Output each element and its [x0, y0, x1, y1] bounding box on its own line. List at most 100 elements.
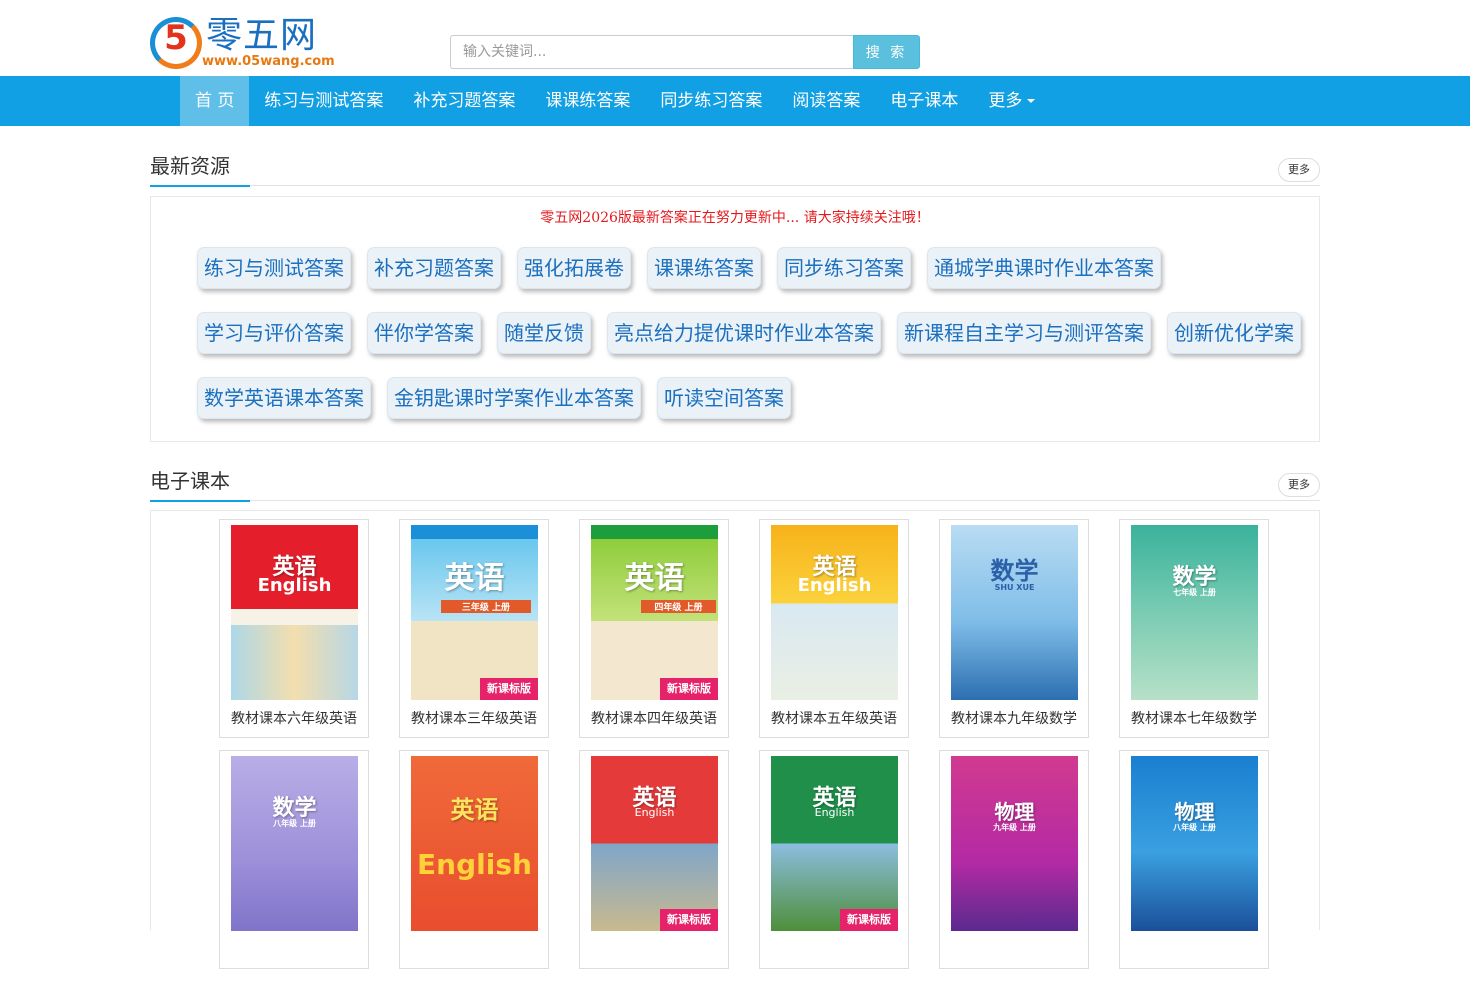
- textbook-section-title: 电子课本: [150, 466, 250, 502]
- cover-title: 数学: [990, 557, 1039, 585]
- book-card[interactable]: 英语 四年级 上册 新课标版 教材课本四年级英语: [579, 519, 729, 738]
- nav-item-practice-test[interactable]: 练习与测试答案: [249, 76, 398, 126]
- book-cover: 英语 English: [231, 525, 358, 700]
- tag-link[interactable]: 金钥匙课时学案作业本答案: [387, 377, 641, 419]
- book-card[interactable]: 英语 English 教材课本六年级英语: [219, 519, 369, 738]
- update-notice: 零五网2026版最新答案正在努力更新中... 请大家持续关注哦！: [540, 210, 930, 226]
- tag-link[interactable]: 随堂反馈: [497, 312, 591, 354]
- cover-subtitle: 九年级 上册: [993, 823, 1036, 832]
- search-bar: 搜 索: [450, 35, 920, 69]
- tag-list: 练习与测试答案 补充习题答案 强化拓展卷 课课练答案 同步练习答案 通城学典课时…: [197, 247, 1301, 442]
- book-card[interactable]: 英语 English 教材课本五年级英语: [759, 519, 909, 738]
- book-cover: 数学 SHU XUE: [951, 525, 1078, 700]
- book-cover: 英语 English 新课标版: [591, 756, 718, 931]
- book-card[interactable]: 数学 八年级 上册: [219, 750, 369, 969]
- textbook-section-header: 电子课本 更多: [150, 466, 1320, 502]
- book-title: 教材课本三年级英语: [411, 711, 537, 727]
- book-card[interactable]: 英语 三年级 上册 新课标版 教材课本三年级英语: [399, 519, 549, 738]
- book-card[interactable]: 数学 七年级 上册 教材课本七年级数学: [1119, 519, 1269, 738]
- search-input[interactable]: [450, 35, 853, 69]
- cover-title: 物理: [1174, 800, 1215, 824]
- book-card[interactable]: 物理 八年级 上册: [1119, 750, 1269, 969]
- main-nav: 首 页 练习与测试答案 补充习题答案 课课练答案 同步练习答案 阅读答案 电子课…: [0, 76, 1470, 126]
- cover-subtitle: 八年级 上册: [1173, 823, 1216, 832]
- nav-item-kekelian[interactable]: 课课练答案: [530, 76, 645, 126]
- tag-link[interactable]: 伴你学答案: [367, 312, 481, 354]
- tag-link[interactable]: 同步练习答案: [777, 247, 911, 289]
- book-cover: 英语 四年级 上册 新课标版: [591, 525, 718, 700]
- nav-item-ebook[interactable]: 电子课本: [875, 76, 973, 126]
- tag-link[interactable]: 练习与测试答案: [197, 247, 351, 289]
- cover-subtitle: SHU XUE: [994, 583, 1035, 592]
- book-title: 教材课本五年级英语: [771, 711, 897, 727]
- logo-name: 零五网: [206, 15, 318, 56]
- logo-digit: 5: [164, 18, 188, 58]
- nav-item-sync-practice[interactable]: 同步练习答案: [645, 76, 777, 126]
- textbook-more-button[interactable]: 更多: [1278, 473, 1320, 497]
- book-cover: 英语 English: [771, 525, 898, 700]
- tag-link[interactable]: 亮点给力提优课时作业本答案: [607, 312, 881, 354]
- tag-row: 练习与测试答案 补充习题答案 强化拓展卷 课课练答案 同步练习答案 通城学典课时…: [197, 247, 1297, 312]
- cover-title: 英语: [444, 561, 505, 596]
- book-cover: 数学 七年级 上册: [1131, 525, 1258, 700]
- caret-down-icon: [1027, 99, 1036, 103]
- book-card[interactable]: 物理 九年级 上册: [939, 750, 1089, 969]
- latest-panel: 零五网2026版最新答案正在努力更新中... 请大家持续关注哦！ 练习与测试答案…: [150, 196, 1320, 442]
- latest-more-button[interactable]: 更多: [1278, 158, 1320, 182]
- tag-link[interactable]: 通城学典课时作业本答案: [927, 247, 1161, 289]
- nav-item-home[interactable]: 首 页: [180, 76, 250, 126]
- tag-link[interactable]: 新课程自主学习与测评答案: [897, 312, 1151, 354]
- cover-title: 英语: [450, 796, 499, 824]
- book-title: 教材课本六年级英语: [231, 711, 357, 727]
- book-title: 教材课本七年级数学: [1131, 711, 1257, 727]
- book-card[interactable]: 数学 SHU XUE 教材课本九年级数学: [939, 519, 1089, 738]
- cover-subtitle: English: [257, 575, 332, 596]
- book-card[interactable]: 英语 English 新课标版: [759, 750, 909, 969]
- tag-link[interactable]: 强化拓展卷: [517, 247, 631, 289]
- latest-section-header: 最新资源 更多: [150, 151, 1320, 187]
- cover-title: 英语: [624, 561, 685, 596]
- cover-subtitle: 八年级 上册: [273, 819, 316, 828]
- textbook-panel: 英语 English 教材课本六年级英语 英语 三年级 上册 新课标版 教材课本…: [150, 510, 1320, 969]
- site-logo[interactable]: 5 零五网 www.05wang.com: [150, 14, 335, 72]
- book-cover: 数学 八年级 上册: [231, 756, 358, 931]
- cover-badge: 新课标版: [660, 909, 718, 931]
- cover-subtitle: 七年级 上册: [1173, 588, 1216, 597]
- cover-subtitle: English: [797, 575, 872, 596]
- tag-link[interactable]: 创新优化学案: [1167, 312, 1301, 354]
- book-cover: 物理 八年级 上册: [1131, 756, 1258, 931]
- tag-link[interactable]: 补充习题答案: [367, 247, 501, 289]
- book-card[interactable]: 英语 English: [399, 750, 549, 969]
- cover-badge: 新课标版: [480, 678, 538, 700]
- cover-illustration: [231, 625, 358, 700]
- nav-item-more[interactable]: 更多: [973, 76, 1050, 126]
- book-cover: 英语 三年级 上册 新课标版: [411, 525, 538, 700]
- cover-subtitle: 三年级 上册: [441, 600, 531, 613]
- tag-link[interactable]: 学习与评价答案: [197, 312, 351, 354]
- tag-link[interactable]: 课课练答案: [647, 247, 761, 289]
- book-card[interactable]: 英语 English 新课标版: [579, 750, 729, 969]
- nav-more-label: 更多: [988, 91, 1023, 111]
- cover-subtitle: English: [814, 806, 855, 819]
- book-row: 数学 八年级 上册 英语 English 英语 English 新课标版 英语 …: [219, 750, 1279, 981]
- book-title: 教材课本九年级数学: [951, 711, 1077, 727]
- cover-badge: 新课标版: [660, 678, 718, 700]
- book-cover: 英语 English: [411, 756, 538, 931]
- book-grid: 英语 English 教材课本六年级英语 英语 三年级 上册 新课标版 教材课本…: [219, 519, 1279, 981]
- cover-subtitle: English: [634, 806, 675, 819]
- tag-row: 数学英语课本答案 金钥匙课时学案作业本答案 听读空间答案: [197, 377, 1297, 442]
- nav-item-reading[interactable]: 阅读答案: [777, 76, 875, 126]
- nav-item-supplementary[interactable]: 补充习题答案: [398, 76, 530, 126]
- book-row: 英语 English 教材课本六年级英语 英语 三年级 上册 新课标版 教材课本…: [219, 519, 1279, 750]
- search-button[interactable]: 搜 索: [853, 35, 920, 69]
- latest-section-title: 最新资源: [150, 151, 250, 187]
- site-header: 5 零五网 www.05wang.com 搜 索: [0, 0, 1470, 76]
- book-title: 教材课本四年级英语: [591, 711, 717, 727]
- book-cover: 物理 九年级 上册: [951, 756, 1078, 931]
- cover-subtitle: 四年级 上册: [641, 600, 716, 613]
- tag-link[interactable]: 数学英语课本答案: [197, 377, 371, 419]
- cover-subtitle: English: [417, 848, 532, 881]
- logo-url: www.05wang.com: [202, 54, 335, 69]
- tag-link[interactable]: 听读空间答案: [657, 377, 791, 419]
- book-cover: 英语 English 新课标版: [771, 756, 898, 931]
